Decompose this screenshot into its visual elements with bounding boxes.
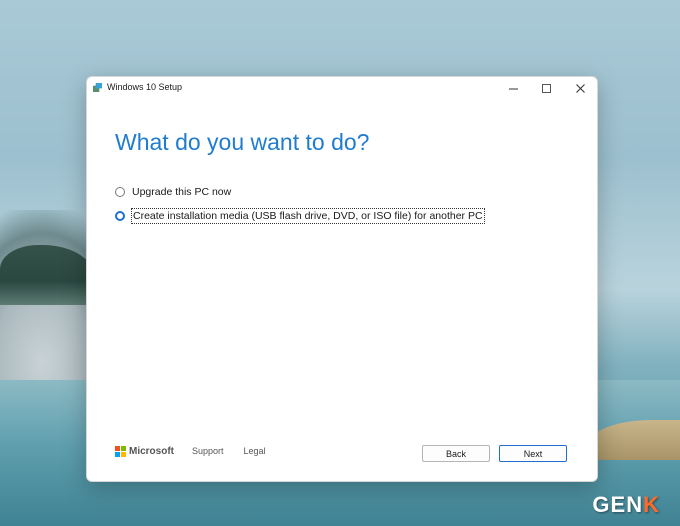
minimize-button[interactable] (502, 80, 524, 96)
setup-window: Windows 10 Setup What do you want to do?… (86, 76, 598, 482)
microsoft-brand: Microsoft (129, 445, 174, 457)
close-button[interactable] (569, 80, 591, 96)
watermark-main: GEN (592, 492, 644, 517)
title-bar[interactable]: Windows 10 Setup (87, 77, 597, 99)
watermark-accent: K (643, 492, 660, 517)
footer: Microsoft Support Legal (115, 444, 266, 458)
option-create-media[interactable]: Create installation media (USB flash dri… (115, 208, 485, 224)
window-title: Windows 10 Setup (107, 82, 183, 92)
page-heading: What do you want to do? (115, 129, 370, 155)
minimize-icon (508, 88, 518, 89)
next-button[interactable]: Next (499, 445, 567, 462)
microsoft-logo-icon (115, 446, 126, 457)
radio-create-media[interactable] (115, 211, 125, 221)
option-create-media-label[interactable]: Create installation media (USB flash dri… (131, 208, 485, 224)
legal-link[interactable]: Legal (244, 446, 266, 456)
maximize-button[interactable] (535, 80, 557, 96)
option-upgrade-pc[interactable]: Upgrade this PC now (115, 184, 232, 200)
setup-app-icon (93, 83, 102, 92)
close-icon (575, 83, 585, 93)
genk-watermark: GENK (592, 492, 660, 518)
support-link[interactable]: Support (192, 446, 224, 456)
option-upgrade-pc-label[interactable]: Upgrade this PC now (131, 185, 232, 199)
radio-upgrade-pc[interactable] (115, 187, 125, 197)
maximize-icon (541, 83, 551, 93)
back-button[interactable]: Back (422, 445, 490, 462)
